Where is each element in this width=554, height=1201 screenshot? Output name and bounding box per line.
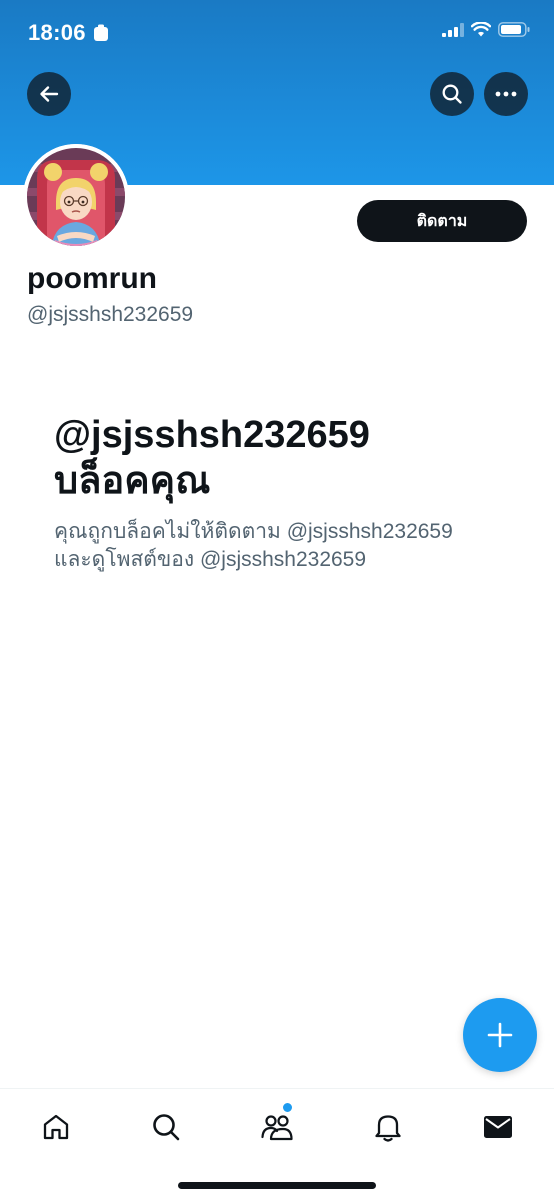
blocked-notice-title: @jsjsshsh232659 บล็อคคุณ [54, 412, 514, 504]
profile-display-name: poomrun [27, 262, 157, 295]
tab-home[interactable] [36, 1107, 76, 1147]
more-horizontal-icon [495, 91, 517, 97]
blocked-title-handle: @jsjsshsh232659 [54, 414, 370, 456]
status-time: 18:06 [28, 20, 86, 45]
compose-button[interactable] [463, 998, 537, 1072]
follow-button[interactable]: ติดตาม [357, 200, 527, 242]
more-button[interactable] [484, 72, 528, 116]
tab-messages[interactable] [478, 1107, 518, 1147]
status-icons [442, 22, 530, 37]
tab-search[interactable] [146, 1107, 186, 1147]
search-icon [153, 1114, 180, 1141]
profile-handle: @jsjsshsh232659 [27, 303, 194, 326]
cellular-signal-icon [442, 22, 464, 37]
communities-icon [261, 1115, 293, 1141]
envelope-icon [484, 1116, 512, 1138]
back-button[interactable] [27, 72, 71, 116]
tab-notifications[interactable] [368, 1107, 408, 1147]
search-button[interactable] [430, 72, 474, 116]
tab-communities[interactable] [257, 1102, 297, 1147]
blocked-description-line-2: และดูโพสต์ของ @jsjsshsh232659 [54, 548, 367, 571]
communities-badge-dot [282, 1102, 293, 1113]
blocked-notice-description: คุณถูกบล็อคไม่ให้ติดตาม @jsjsshsh232659 … [54, 518, 514, 574]
battery-icon [498, 22, 530, 37]
blocked-description-line-1: คุณถูกบล็อคไม่ให้ติดตาม @jsjsshsh232659 [54, 520, 453, 543]
home-indicator [178, 1182, 376, 1189]
plus-icon [487, 1022, 513, 1048]
wifi-icon [471, 22, 491, 37]
bell-icon [375, 1115, 401, 1142]
status-bar: 18:06 [0, 0, 554, 66]
avatar-image [23, 144, 129, 250]
arrow-left-icon [40, 86, 59, 102]
clipboard-icon [94, 24, 108, 41]
search-icon [442, 84, 462, 104]
home-icon [43, 1114, 69, 1140]
avatar[interactable] [23, 144, 129, 250]
blocked-title-text: บล็อคคุณ [54, 460, 211, 502]
